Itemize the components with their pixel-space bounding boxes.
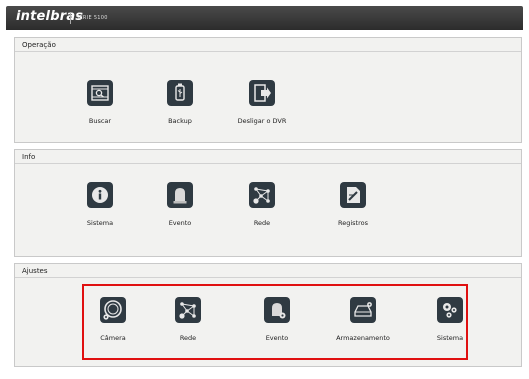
menu-item-label: Rede bbox=[253, 219, 271, 227]
menu-item-info-sistema[interactable]: Sistema bbox=[65, 182, 135, 227]
log-icon bbox=[340, 182, 366, 208]
menu-item-label: Buscar bbox=[88, 117, 112, 125]
section-info: Info Sistema Evento Rede Registros bbox=[14, 149, 522, 257]
menu-item-info-evento[interactable]: Evento bbox=[145, 182, 215, 227]
logout-icon bbox=[249, 80, 275, 106]
section-title: Ajustes bbox=[22, 267, 48, 275]
brand-logo: intelbras bbox=[16, 9, 84, 24]
menu-item-label: Desligar o DVR bbox=[237, 117, 287, 125]
menu-item-buscar[interactable]: Buscar bbox=[65, 80, 135, 125]
menu-item-label: Backup bbox=[168, 117, 192, 125]
brand-separator bbox=[70, 12, 71, 24]
menu-item-label: Evento bbox=[168, 219, 192, 227]
alarm-light-icon bbox=[167, 182, 193, 208]
section-divider bbox=[15, 51, 521, 52]
section-title: Operação bbox=[22, 41, 56, 49]
series-label: SÉRIE 5100 bbox=[76, 15, 108, 21]
section-divider bbox=[15, 163, 521, 164]
menu-item-backup[interactable]: Backup bbox=[145, 80, 215, 125]
menu-item-label: Sistema bbox=[86, 219, 114, 227]
info-icon bbox=[87, 182, 113, 208]
menu-item-label: Registros bbox=[338, 219, 368, 227]
usb-icon bbox=[167, 80, 193, 106]
menu-item-desligar[interactable]: Desligar o DVR bbox=[227, 80, 297, 125]
highlight-box bbox=[82, 284, 468, 360]
section-title: Info bbox=[22, 153, 36, 161]
network-icon bbox=[249, 182, 275, 208]
menu-item-info-rede[interactable]: Rede bbox=[227, 182, 297, 227]
menu-item-registros[interactable]: Registros bbox=[318, 182, 388, 227]
search-icon bbox=[87, 80, 113, 106]
section-operacao: Operação Buscar Backup Desligar o DVR bbox=[14, 37, 522, 143]
title-bar: intelbras SÉRIE 5100 bbox=[6, 6, 523, 30]
section-divider bbox=[15, 277, 521, 278]
